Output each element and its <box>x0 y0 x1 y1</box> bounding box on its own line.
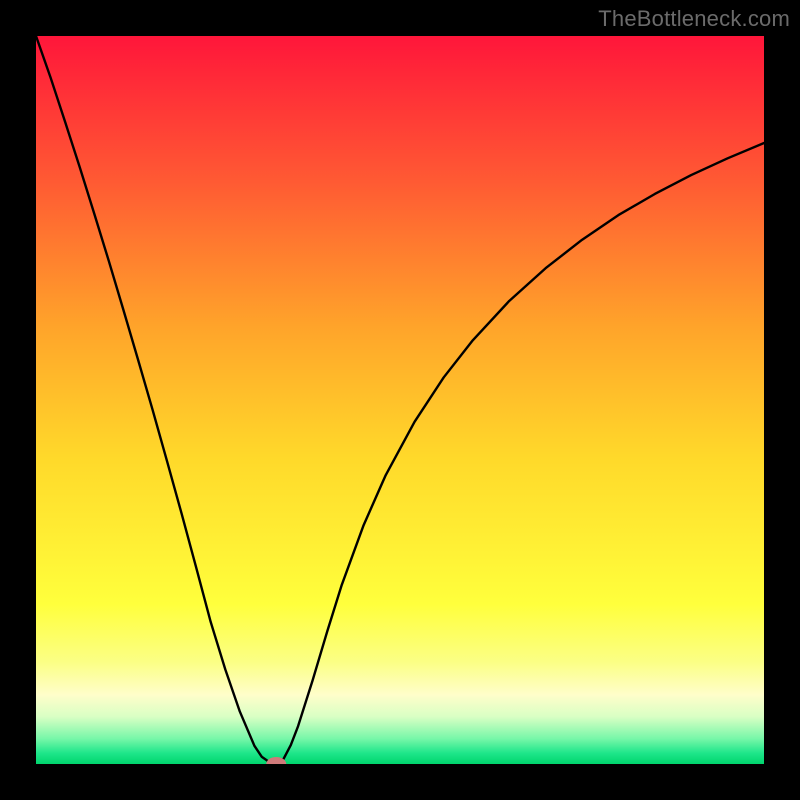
gradient-background <box>36 36 764 764</box>
bottleneck-chart <box>36 36 764 764</box>
chart-frame: TheBottleneck.com <box>0 0 800 800</box>
plot-area <box>36 36 764 764</box>
watermark-label: TheBottleneck.com <box>598 6 790 32</box>
